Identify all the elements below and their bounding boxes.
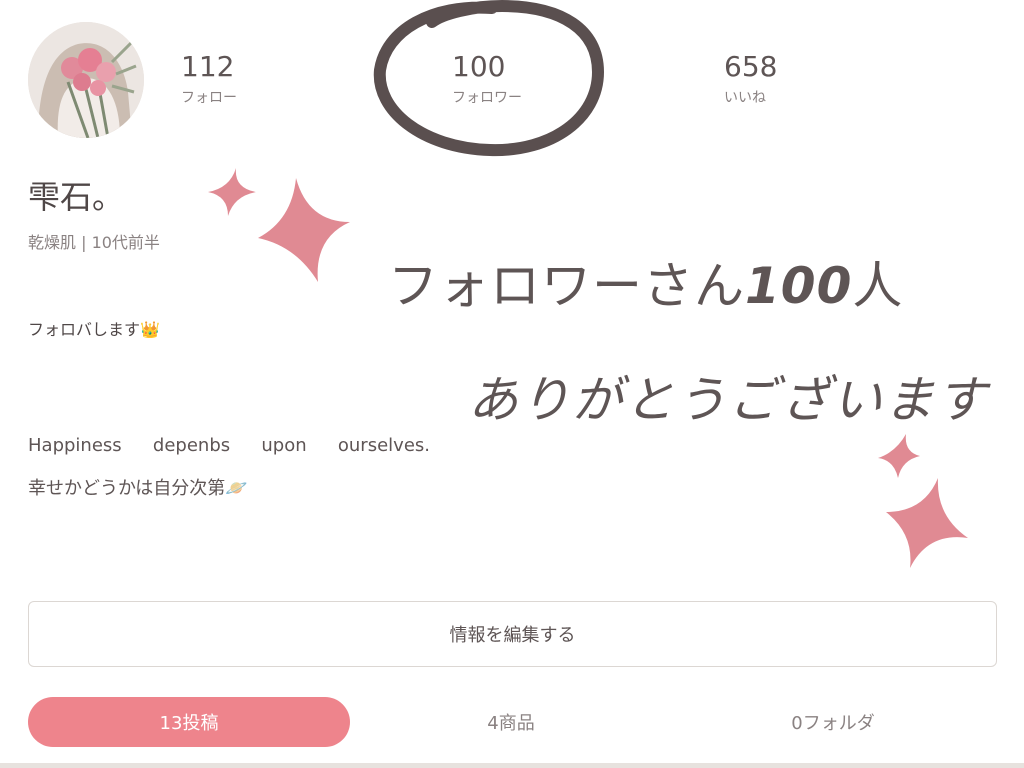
bio-line-1-text: フォロバします [28,320,141,339]
ringed-planet-icon: 🪐 [225,478,248,499]
edit-profile-button[interactable]: 情報を編集する [28,601,997,667]
avatar[interactable] [28,22,144,138]
bio-line-2: Happiness depenbs upon ourselves. [28,435,430,456]
profile-name: 雫石。 [28,178,125,216]
overlay-line-1-suffix: 人 [852,257,904,315]
hand-drawn-circle [373,0,604,157]
bio-word: Happiness [28,435,122,456]
bio-line-1: フォロバします👑 [28,316,160,340]
bio-word: ourselves. [337,435,430,456]
overlay-line-1-prefix: フォロワーさん [388,257,745,315]
overlay-thanks-line-1: フォロワーさん100人 [388,246,903,318]
following-count: 112 [181,50,235,83]
overlay-line-1-number: 100 [745,257,853,315]
following-label: フォロー [181,90,237,106]
tab-folders[interactable]: 0フォルダ [672,697,994,747]
likes-count: 658 [724,50,778,83]
sparkle-icon [208,168,256,216]
sparkle-icon [258,178,350,282]
bio-line-3: 幸せかどうかは自分次第🪐 [28,474,248,500]
profile-meta: 乾燥肌 | 10代前半 [28,233,160,252]
tab-posts[interactable]: 13投稿 [28,697,350,747]
bio-word: upon [261,435,307,456]
sparkle-icon [878,434,920,478]
tab-products[interactable]: 4商品 [350,697,672,747]
bio-line-3-text: 幸せかどうかは自分次第 [28,478,226,499]
likes-stat[interactable]: 658 いいね [724,50,777,108]
overlay-thanks-line-2: ありがとうございます [468,371,988,429]
bio-word: depenbs [152,435,231,456]
avatar-image [28,22,144,138]
crown-icon: 👑 [140,320,160,339]
bottom-divider [0,763,1024,768]
following-stat[interactable]: 112 フォロー [181,50,237,108]
likes-label: いいね [724,90,766,106]
sparkle-icon [886,478,968,568]
